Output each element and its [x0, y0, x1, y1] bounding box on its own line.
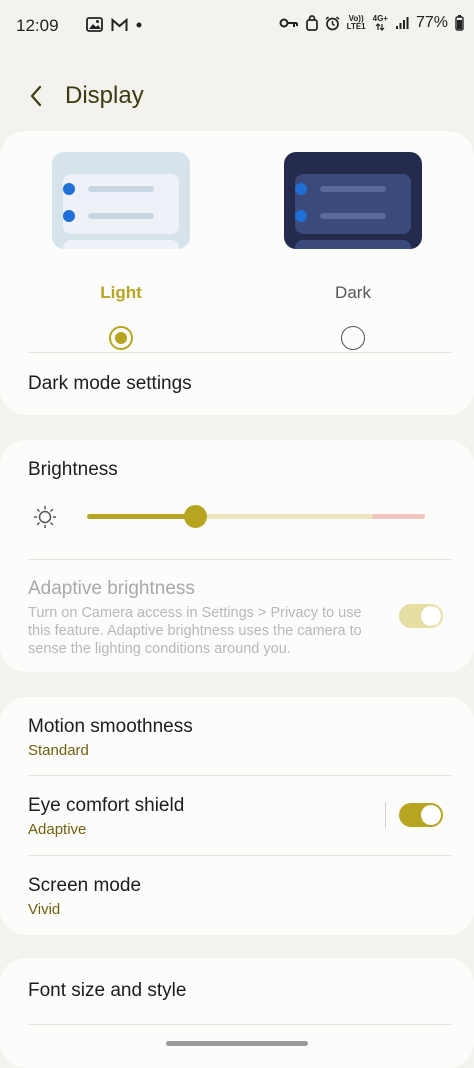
brightness-slider-thumb[interactable] [184, 505, 208, 528]
eye-comfort-shield-toggle[interactable] [399, 803, 443, 827]
brightness-fill [87, 514, 196, 519]
status-time: 12:09 [16, 16, 59, 35]
brightness-slider[interactable] [32, 502, 432, 532]
app-header: Display [0, 70, 474, 122]
network-type-indicator: 4G+ [373, 15, 388, 31]
signal-icon [395, 17, 409, 29]
divider [28, 559, 452, 560]
dot-icon [136, 22, 142, 27]
brightness-card: Brightness Adaptive brightness Turn on C… [0, 440, 474, 672]
light-theme-label: Light [100, 283, 142, 302]
theme-card: Light Dark Dark mode settings [0, 131, 474, 415]
light-theme-radio[interactable] [109, 326, 133, 350]
screen-mode-label: Screen mode [28, 875, 142, 896]
divider [28, 1024, 452, 1025]
secure-folder-icon [305, 15, 318, 31]
eye-comfort-shield-value: Adaptive [28, 821, 87, 838]
light-theme-preview [52, 152, 190, 249]
display-options-card: Motion smoothness Standard Eye comfort s… [0, 697, 474, 935]
motion-smoothness-value: Standard [28, 742, 89, 759]
font-size-style-row[interactable]: Font size and style [0, 958, 474, 1024]
motion-smoothness-label: Motion smoothness [28, 716, 193, 737]
vpn-key-icon [279, 18, 298, 28]
sun-icon [33, 505, 57, 529]
screen-mode-value: Vivid [28, 901, 61, 918]
dark-theme-label: Dark [335, 283, 371, 302]
gallery-icon [86, 17, 103, 32]
battery-icon [455, 15, 464, 31]
back-button[interactable] [20, 80, 52, 112]
battery-percentage: 77% [415, 14, 448, 31]
light-theme-option[interactable]: Light [52, 152, 190, 350]
adaptive-brightness-label: Adaptive brightness [28, 578, 195, 599]
vertical-divider [385, 802, 386, 828]
gmail-icon [111, 17, 128, 31]
dark-theme-preview [284, 152, 422, 249]
eye-comfort-shield-row[interactable]: Eye comfort shield Adaptive [0, 776, 380, 854]
volte-indicator: Vo)) LTE1 [346, 14, 366, 31]
adaptive-brightness-toggle[interactable] [399, 604, 443, 628]
eye-comfort-shield-label: Eye comfort shield [28, 795, 185, 816]
home-indicator[interactable] [166, 1041, 308, 1046]
motion-smoothness-row[interactable]: Motion smoothness Standard [0, 697, 474, 775]
font-card: Font size and style [0, 958, 474, 1068]
chevron-left-icon [30, 85, 42, 107]
screen-mode-row[interactable]: Screen mode Vivid [0, 856, 474, 934]
font-size-style-label: Font size and style [28, 980, 187, 1001]
adaptive-brightness-description: Turn on Camera access in Settings > Priv… [28, 605, 362, 657]
data-arrows-icon [375, 23, 385, 31]
page-title: Display [65, 82, 144, 109]
brightness-label: Brightness [28, 459, 118, 480]
alarm-icon [325, 15, 340, 30]
dark-theme-radio[interactable] [341, 326, 365, 350]
dark-mode-settings-label: Dark mode settings [28, 373, 192, 394]
brightness-high-zone [372, 514, 425, 519]
dark-mode-settings-row[interactable]: Dark mode settings [0, 353, 474, 413]
status-bar: 12:09 Vo)) LTE1 4G+ 77% [0, 0, 474, 52]
dark-theme-option[interactable]: Dark [284, 152, 422, 350]
